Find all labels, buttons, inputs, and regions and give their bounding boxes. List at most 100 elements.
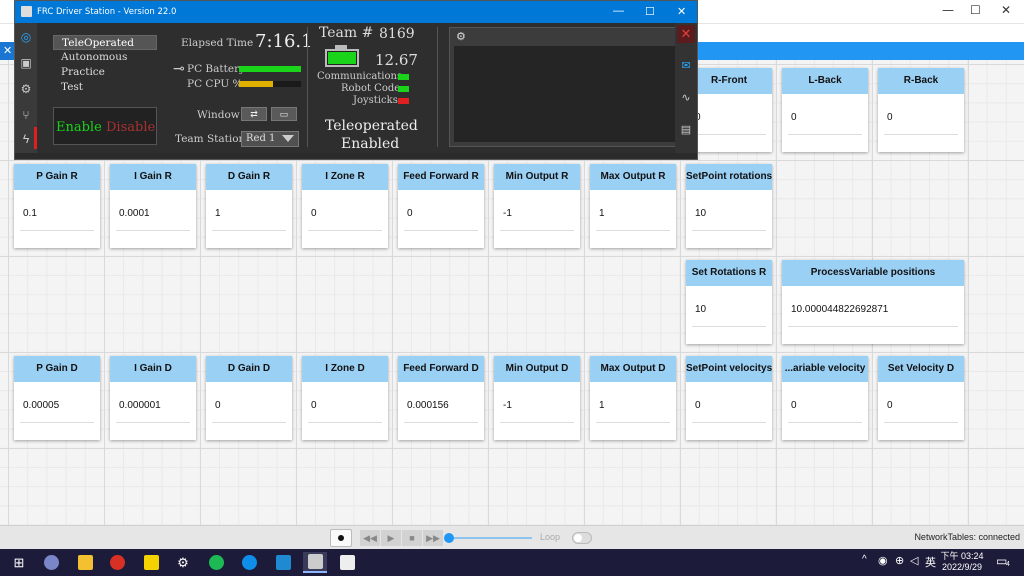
shuffleboard-tab[interactable]: ✕ S [0,42,14,75]
widget-value[interactable]: 0 [407,208,413,219]
loop-toggle[interactable] [572,532,592,544]
play-button[interactable]: ▶ [381,530,401,546]
settings-gear-icon[interactable]: ⚙ [172,552,194,573]
widget-value[interactable]: 0.0001 [119,208,150,219]
playback-slider-track[interactable] [448,537,532,539]
widget-tile[interactable]: L-Back 0 [782,68,868,152]
teamviewer-icon[interactable] [238,552,260,573]
widget-value[interactable]: 0 [887,112,893,123]
mode-autonomous[interactable]: Autonomous [53,50,157,65]
sticky-notes-icon[interactable] [140,552,162,573]
widget-tile[interactable]: P Gain R 0.1 [14,164,100,248]
window-float-button[interactable]: ▭ [271,107,297,121]
rewind-button[interactable]: ◀◀ [360,530,380,546]
volume-icon[interactable]: ◁ [910,554,918,567]
close-panel-icon[interactable]: ✕ [677,25,695,43]
ds-minimize-button[interactable]: — [613,5,624,17]
widget-tile[interactable]: Min Output D -1 [494,356,580,440]
both-panels-icon[interactable]: ▤ [677,121,695,139]
record-button[interactable] [330,529,352,547]
widget-value[interactable]: 1 [599,400,605,411]
shuffleboard-minimize-button[interactable]: — [942,3,954,17]
widget-tile[interactable]: R-Back 0 [878,68,964,152]
usb-icon[interactable]: ⑂ [18,107,34,123]
shuffleboard-maximize-button[interactable]: ☐ [970,3,981,17]
pc-battery-bar [239,66,301,72]
widget-value[interactable]: 0.1 [23,208,37,219]
window-dock-button[interactable]: ⇄ [241,107,267,121]
gear-icon[interactable]: ⚙ [18,81,34,97]
network-icon[interactable]: ◉ [878,554,888,567]
diagnostics-icon[interactable]: ▣ [18,55,34,71]
chrome-icon[interactable] [106,552,128,573]
widget-value[interactable]: 0 [215,400,221,411]
mode-practice[interactable]: Practice [53,65,157,80]
ime-indicator[interactable]: 英 [925,554,936,570]
widget-tile[interactable]: Max Output D 1 [590,356,676,440]
widget-tile[interactable]: Set Rotations R 10 [686,260,772,344]
widget-tile[interactable]: I Gain D 0.000001 [110,356,196,440]
widget-tile[interactable]: I Zone D 0 [302,356,388,440]
mode-teleoperated[interactable]: TeleOperated [53,35,157,50]
vscode-icon[interactable] [272,552,294,573]
widget-tile[interactable]: Max Output R 1 [590,164,676,248]
power-icon[interactable]: ϟ [18,131,34,147]
widget-value[interactable]: 0 [311,208,317,219]
widget-tile[interactable]: Feed Forward D 0.000156 [398,356,484,440]
widget-tile[interactable]: D Gain D 0 [206,356,292,440]
widget-value[interactable]: 1 [215,208,221,219]
widget-tile[interactable]: R-Front0 [686,68,772,152]
steering-wheel-icon[interactable]: ◎ [18,29,34,45]
shuffleboard-close-button[interactable]: ✕ [1001,3,1011,17]
file-explorer-icon[interactable] [74,552,96,573]
widget-value[interactable]: -1 [503,400,512,411]
clock[interactable]: 下午 03:24 2022/9/29 [940,551,984,573]
widget-underline [692,134,766,135]
disable-button[interactable]: Disable [106,120,155,135]
widget-value[interactable]: 10.000044822692871 [791,304,888,315]
shuffleboard-taskbar-icon[interactable] [336,552,358,573]
widget-value[interactable]: -1 [503,208,512,219]
widget-tile[interactable]: P Gain D 0.00005 [14,356,100,440]
widget-value[interactable]: 0 [695,400,701,411]
ds-maximize-button[interactable]: ☐ [645,5,655,18]
widget-value[interactable]: 0.000001 [119,400,161,411]
widget-tile[interactable]: ...ariable velocity 0 [782,356,868,440]
message-log[interactable] [454,46,676,142]
mode-test[interactable]: Test [53,80,157,95]
widget-value[interactable]: 0 [791,400,797,411]
spotify-icon[interactable] [205,552,227,573]
driver-station-taskbar-icon[interactable] [303,552,327,573]
charts-icon[interactable]: ∿ [677,89,695,107]
widget-value[interactable]: 0 [887,400,893,411]
widget-tile[interactable]: Feed Forward R 0 [398,164,484,248]
widget-value[interactable]: 0.00005 [23,400,59,411]
widget-tile[interactable]: ProcessVariable positions 10.000044822692… [782,260,964,344]
paint-icon[interactable] [40,552,62,573]
widget-underline [596,422,670,423]
widget-tile[interactable]: Min Output R -1 [494,164,580,248]
playback-slider-knob[interactable] [444,533,454,543]
widget-tile[interactable]: I Gain R 0.0001 [110,164,196,248]
stop-button[interactable]: ■ [402,530,422,546]
widget-value[interactable]: 0 [311,400,317,411]
gear-icon[interactable]: ⚙ [456,30,466,43]
widget-tile[interactable]: Set Velocity D 0 [878,356,964,440]
language-globe-icon[interactable]: ⊕ [895,554,904,567]
widget-value[interactable]: 0 [791,112,797,123]
ds-close-button[interactable]: ✕ [677,5,686,18]
widget-tile[interactable]: D Gain R 1 [206,164,292,248]
windows-start-icon[interactable]: ⊞ [8,552,30,573]
team-station-select[interactable]: Red 1 [241,131,299,147]
messages-icon[interactable]: ✉ [677,57,695,75]
widget-tile[interactable]: SetPoint rotations 10 [686,164,772,248]
fast-forward-button[interactable]: ▶▶ [423,530,443,546]
widget-value[interactable]: 0.000156 [407,400,449,411]
widget-tile[interactable]: I Zone R 0 [302,164,388,248]
widget-value[interactable]: 1 [599,208,605,219]
widget-value[interactable]: 10 [695,304,706,315]
enable-button[interactable]: Enable [56,120,102,135]
widget-tile[interactable]: SetPoint velocitys 0 [686,356,772,440]
widget-value[interactable]: 10 [695,208,706,219]
tray-chevron-up-icon[interactable]: ^ [862,554,867,565]
